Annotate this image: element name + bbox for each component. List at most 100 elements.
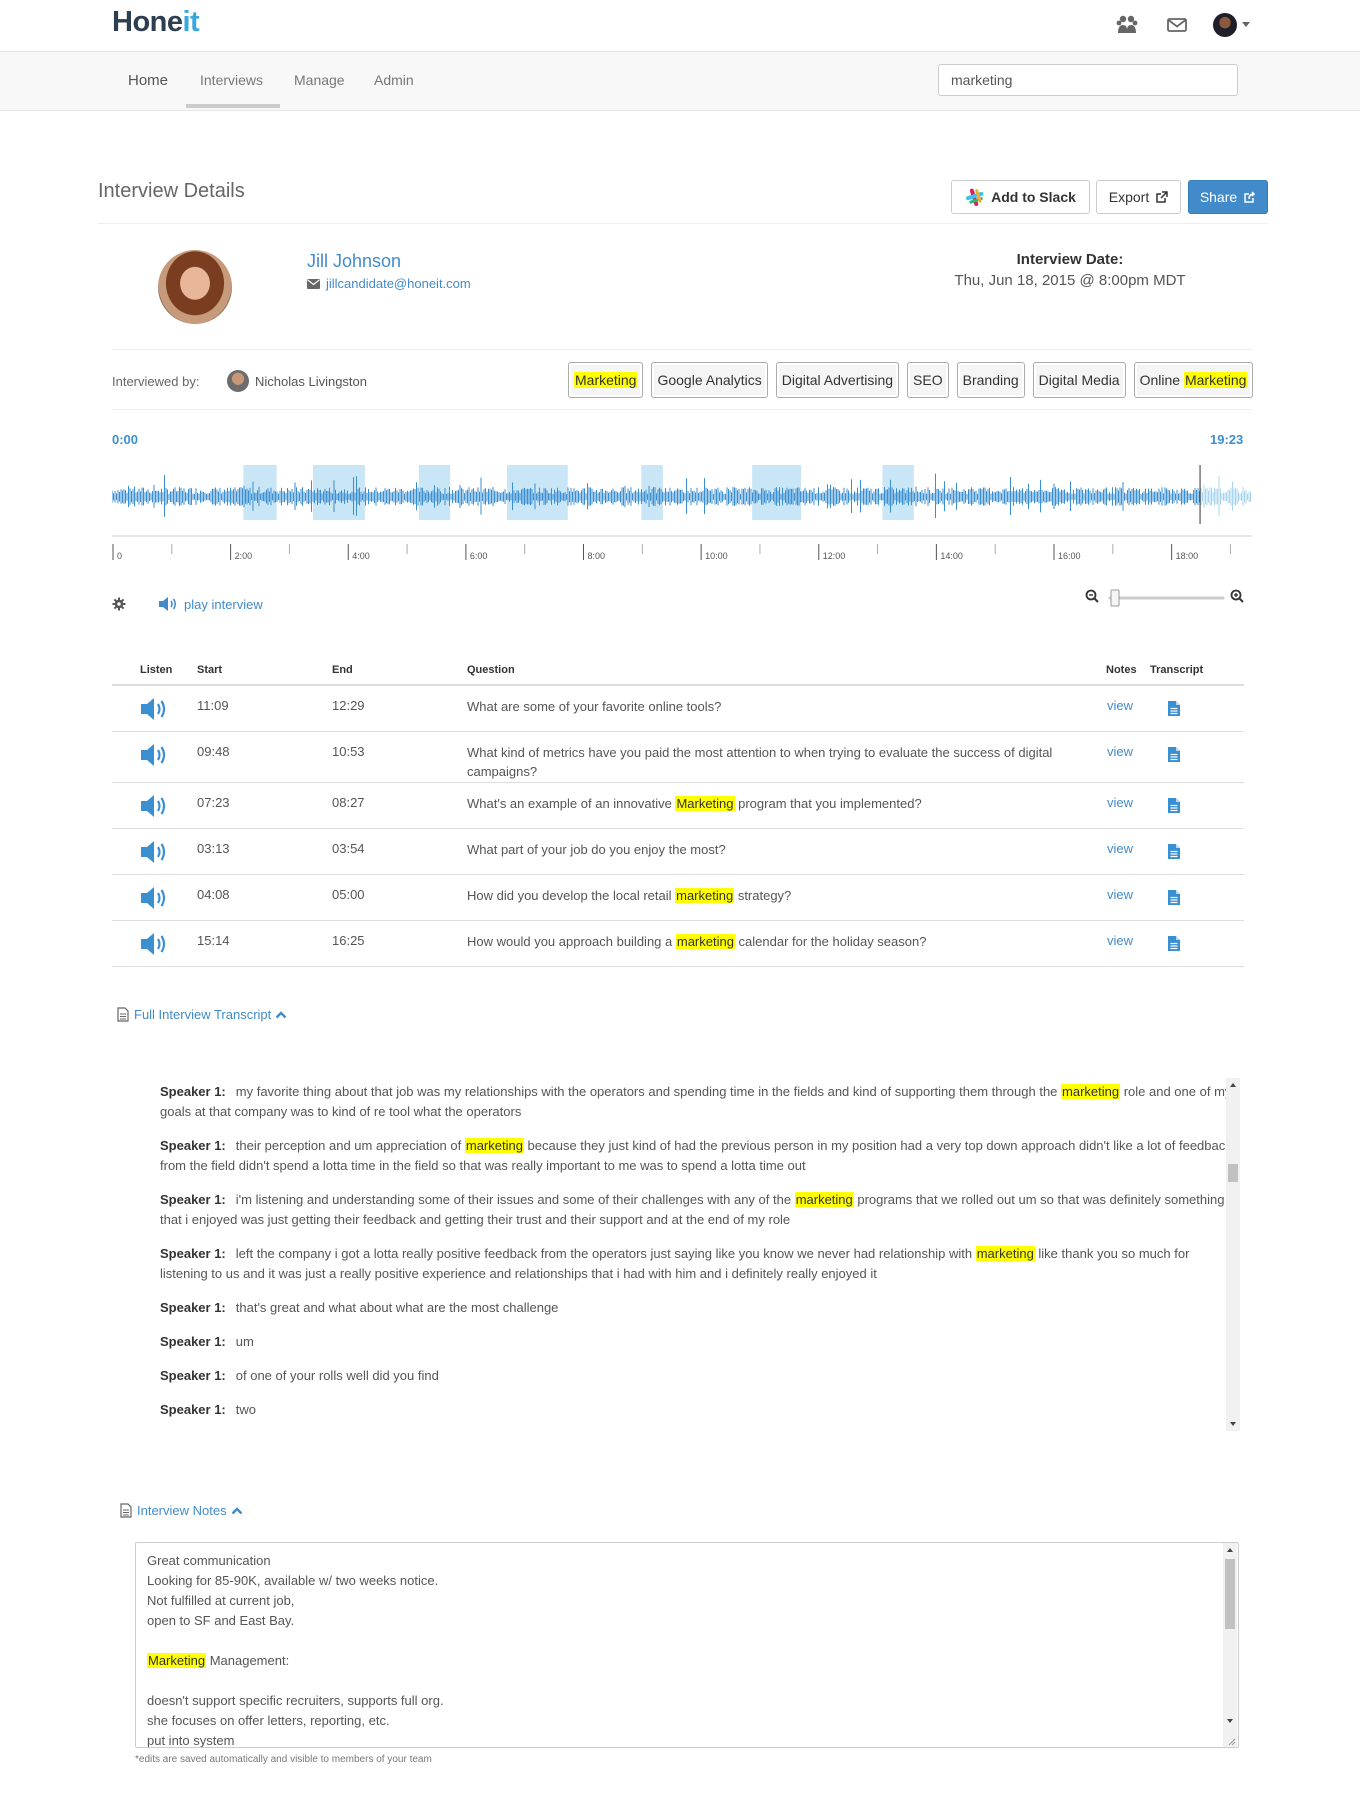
note-line: Not fulfilled at current job,: [147, 1591, 1227, 1611]
col-listen: Listen: [140, 664, 173, 676]
text-fragment: Not fulfilled at current job,: [147, 1593, 295, 1608]
notes-textarea[interactable]: Great communication Looking for 85-90K, a…: [135, 1542, 1239, 1748]
note-line: doesn't support specific recruiters, sup…: [147, 1691, 1227, 1711]
candidate-name[interactable]: Jill Johnson: [307, 251, 401, 272]
text-fragment: my favorite thing about that job was my …: [235, 1084, 1062, 1099]
table-row: 15:14 16:25 How would you approach build…: [112, 921, 1244, 967]
transcript-doc-icon[interactable]: [1167, 797, 1181, 814]
gear-icon[interactable]: [112, 597, 126, 611]
zoom-in-icon[interactable]: [1230, 589, 1244, 603]
transcript-scrollbar[interactable]: [1226, 1078, 1240, 1431]
team-icon[interactable]: [1115, 14, 1139, 36]
speaker-label: Speaker 1:: [160, 1246, 226, 1261]
text-fragment: How did you develop the local retail: [467, 888, 676, 903]
share-button[interactable]: Share: [1188, 180, 1268, 214]
notes-toggle[interactable]: Interview Notes: [119, 1503, 243, 1518]
nav-manage[interactable]: Manage: [294, 72, 345, 88]
text-fragment: Great communication: [147, 1553, 271, 1568]
logo[interactable]: Honeit: [112, 6, 200, 39]
search-highlight: marketing: [464, 1138, 524, 1153]
play-interview-button[interactable]: play interview: [158, 596, 263, 612]
transcript-panel[interactable]: Speaker 1: my favorite thing about that j…: [160, 1082, 1240, 1427]
interviewer-name[interactable]: Nicholas Livingston: [255, 374, 367, 389]
tag-online-marketing[interactable]: Online Marketing: [1133, 362, 1254, 398]
notes-view-link[interactable]: view: [1107, 933, 1133, 948]
chevron-up-icon: [275, 1011, 287, 1019]
search-highlight: marketing: [675, 888, 735, 903]
start-time: 07:23: [197, 795, 230, 810]
listen-speaker-icon[interactable]: [140, 742, 168, 768]
text-fragment: How would you approach building a: [467, 934, 676, 949]
search-highlight: Marketing: [147, 1653, 207, 1668]
nav-home[interactable]: Home: [128, 72, 168, 89]
text-fragment: of one of your rolls well did you find: [235, 1368, 439, 1383]
notes-view-link[interactable]: view: [1107, 887, 1133, 902]
timeline-tick-label: 10:00: [705, 551, 728, 561]
text-fragment: Management:: [206, 1653, 290, 1668]
chevron-up-icon: [231, 1507, 242, 1515]
user-avatar[interactable]: [1213, 13, 1237, 37]
nav-admin[interactable]: Admin: [374, 72, 414, 88]
transcript-doc-icon[interactable]: [1167, 700, 1181, 717]
tag-google-analytics[interactable]: Google Analytics: [651, 362, 768, 398]
text-fragment: um: [235, 1334, 254, 1349]
text-fragment: put into system: [147, 1733, 235, 1748]
listen-speaker-icon[interactable]: [140, 931, 168, 957]
listen-speaker-icon[interactable]: [140, 839, 168, 865]
audio-waveform[interactable]: 0 2:00 4:00 6:00 8:00 10:00 12:00 14:00 16:00 18:…: [112, 462, 1252, 562]
table-row: 11:09 12:29 What are some of your favori…: [112, 686, 1244, 732]
transcript-toggle[interactable]: Full Interview Transcript: [116, 1007, 287, 1022]
transcript-line: Speaker 1: my favorite thing about that j…: [160, 1082, 1240, 1122]
add-to-slack-button[interactable]: Add to Slack: [951, 180, 1090, 214]
listen-speaker-icon[interactable]: [140, 885, 168, 911]
timeline-tick-label: 4:00: [352, 551, 370, 561]
notes-view-link[interactable]: view: [1107, 841, 1133, 856]
transcript-doc-icon[interactable]: [1167, 935, 1181, 952]
timeline-tick-label: 2:00: [235, 551, 253, 561]
text-fragment: that's great and what about what are the…: [235, 1300, 559, 1315]
speaker-label: Speaker 1:: [160, 1192, 226, 1207]
end-time: 05:00: [332, 887, 365, 902]
nav-interviews[interactable]: Interviews: [200, 72, 263, 88]
search-highlight: marketing: [675, 934, 735, 949]
notes-view-link[interactable]: view: [1107, 795, 1133, 810]
text-fragment: their perception and um appreciation of: [235, 1138, 465, 1153]
col-end: End: [332, 664, 353, 676]
divider: [112, 349, 1252, 350]
tag-branding[interactable]: Branding: [956, 362, 1025, 398]
candidate-email[interactable]: jillcandidate@honeit.com: [307, 276, 471, 291]
notes-view-link[interactable]: view: [1107, 698, 1133, 713]
speaker-label: Speaker 1:: [160, 1334, 226, 1349]
zoom-out-icon[interactable]: [1085, 589, 1099, 603]
mail-icon[interactable]: [1165, 14, 1189, 36]
start-time: 04:08: [197, 887, 230, 902]
timeline-tick-label: 16:00: [1058, 551, 1081, 561]
tag-digital-advertising[interactable]: Digital Advertising: [775, 362, 900, 398]
listen-speaker-icon[interactable]: [140, 793, 168, 819]
export-button[interactable]: Export: [1096, 180, 1181, 214]
notes-hint: *edits are saved automatically and visib…: [135, 1754, 432, 1765]
text-fragment: What part of your job do you enjoy the m…: [467, 842, 726, 857]
tag-marketing[interactable]: Marketing: [568, 362, 644, 398]
notes-scrollbar[interactable]: [1223, 1543, 1237, 1747]
timeline-tick-label: 8:00: [588, 551, 606, 561]
tag-seo[interactable]: SEO: [907, 362, 949, 398]
divider: [112, 409, 1252, 410]
tag-digital-media[interactable]: Digital Media: [1032, 362, 1126, 398]
zoom-slider-handle[interactable]: [1110, 589, 1120, 607]
search-input[interactable]: [938, 64, 1238, 96]
user-menu-caret-icon[interactable]: [1242, 22, 1250, 27]
end-time: 12:29: [332, 698, 365, 713]
transcript-doc-icon[interactable]: [1167, 889, 1181, 906]
interviewed-by-label: Interviewed by:: [112, 374, 200, 389]
end-time: 16:25: [332, 933, 365, 948]
speaker-icon: [159, 597, 177, 611]
speaker-label: Speaker 1:: [160, 1138, 226, 1153]
transcript-doc-icon[interactable]: [1167, 746, 1181, 763]
notes-view-link[interactable]: view: [1107, 744, 1133, 759]
text-fragment: she focuses on offer letters, reporting,…: [147, 1713, 390, 1728]
note-line: Marketing Management:: [147, 1651, 1227, 1671]
col-question: Question: [467, 664, 515, 676]
transcript-doc-icon[interactable]: [1167, 843, 1181, 860]
listen-speaker-icon[interactable]: [140, 696, 168, 722]
